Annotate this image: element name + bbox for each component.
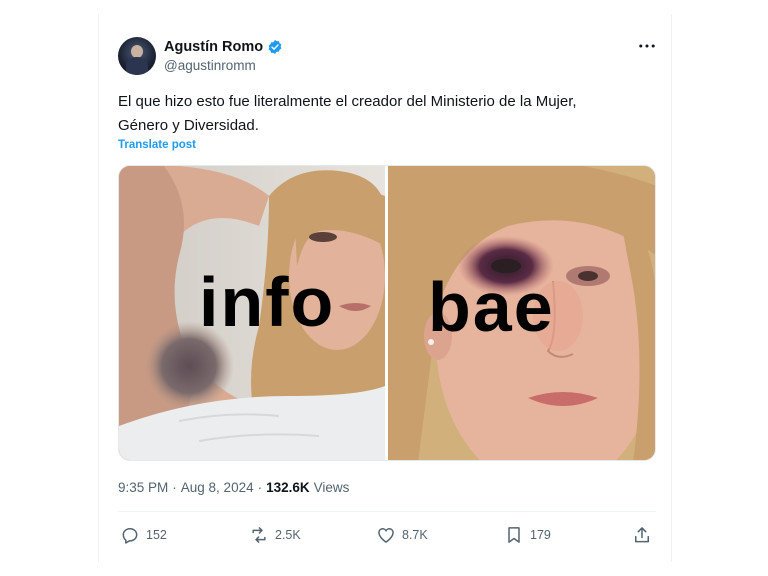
photo-left-image: info [119, 166, 385, 460]
share-button[interactable] [632, 522, 652, 548]
avatar-body [126, 57, 148, 75]
tweet-text-line1: El que hizo esto fue literalmente el cre… [118, 93, 577, 110]
action-bar: 152 2.5K 8.7K 179 [118, 522, 656, 548]
views-label: Views [313, 480, 350, 495]
photo-left[interactable]: info [119, 166, 385, 460]
timestamp-separator: · [257, 480, 263, 495]
reply-icon [122, 528, 138, 544]
tweet-timestamp[interactable]: 9:35 PM · Aug 8, 2024 · 132.6K Views [118, 480, 349, 495]
more-icon[interactable] [638, 38, 656, 54]
like-button[interactable]: 8.7K [376, 522, 428, 548]
watermark-right: bae [428, 268, 555, 346]
watermark-left: info [199, 263, 335, 341]
tweet-time[interactable]: 9:35 PM [118, 480, 168, 495]
author-handle[interactable]: @agustinromm [164, 58, 256, 73]
bookmark-icon [508, 527, 520, 543]
share-icon [635, 527, 649, 543]
repost-button[interactable]: 2.5K [249, 522, 301, 548]
author-name-row[interactable]: Agustín Romo [164, 38, 283, 56]
author-display-name[interactable]: Agustín Romo [164, 39, 263, 55]
tweet-text: El que hizo esto fue literalmente el cre… [118, 90, 638, 138]
like-icon [378, 528, 394, 543]
views-count[interactable]: 132.6K [266, 480, 310, 495]
bookmark-button[interactable]: 179 [504, 522, 551, 548]
reply-button[interactable]: 152 [120, 522, 167, 548]
bookmark-count: 179 [530, 528, 551, 542]
repost-count: 2.5K [275, 528, 301, 542]
photo-right[interactable]: bae [388, 166, 655, 460]
repost-icon [252, 527, 266, 543]
avatar[interactable] [118, 37, 156, 75]
timestamp-separator: · [172, 480, 177, 495]
photo-right-image: bae [388, 166, 655, 460]
media-grid[interactable]: info bae [118, 165, 656, 461]
reply-count: 152 [146, 528, 167, 542]
translate-post-link[interactable]: Translate post [118, 139, 196, 151]
divider [118, 511, 656, 512]
like-count: 8.7K [402, 528, 428, 542]
tweet-text-line2: Género y Diversidad. [118, 117, 259, 134]
tweet-date[interactable]: Aug 8, 2024 [181, 480, 254, 495]
verified-badge-icon [267, 39, 283, 55]
